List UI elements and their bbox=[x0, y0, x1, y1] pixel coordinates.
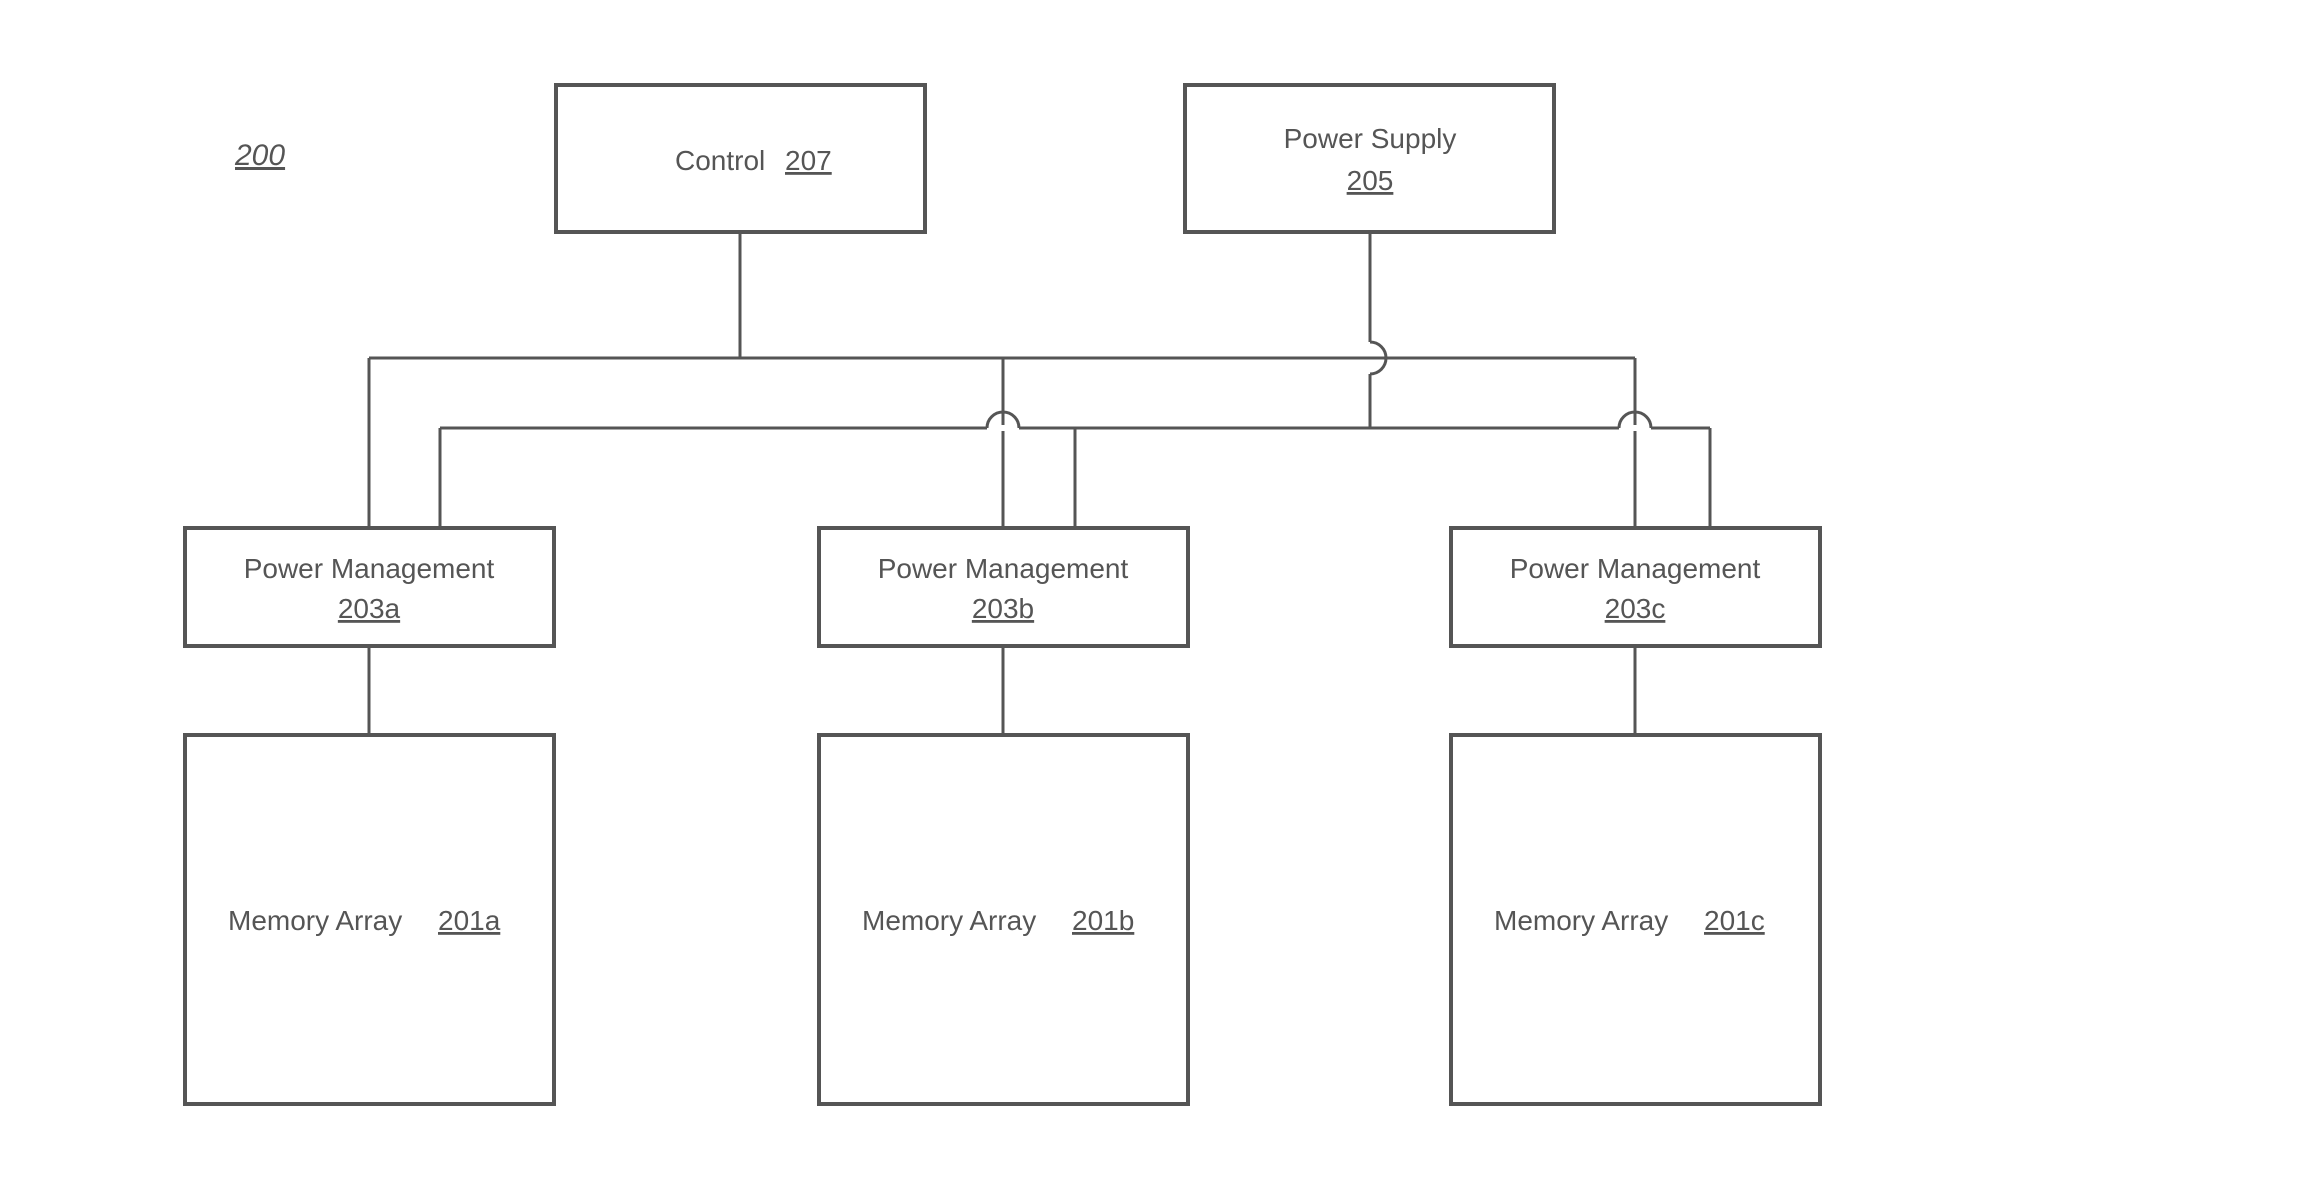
mem-b-ref: 201b bbox=[1072, 905, 1134, 936]
figure-label: 200 bbox=[234, 139, 285, 172]
power-supply-block: Power Supply 205 bbox=[1185, 85, 1554, 232]
mem-a-ref: 201a bbox=[438, 905, 501, 936]
mem-b-label: Memory Array bbox=[862, 905, 1036, 936]
pm-a-label: Power Management bbox=[244, 553, 495, 584]
mem-c-label: Memory Array bbox=[1494, 905, 1668, 936]
pm-c-label: Power Management bbox=[1510, 553, 1761, 584]
connectors bbox=[369, 232, 1710, 735]
pm-b-block: Power Management 203b bbox=[819, 528, 1188, 646]
control-label: Control bbox=[675, 145, 765, 176]
mem-a-block: Memory Array 201a bbox=[185, 735, 554, 1104]
mem-c-block: Memory Array 201c bbox=[1451, 735, 1820, 1104]
pm-a-block: Power Management 203a bbox=[185, 528, 554, 646]
pm-b-ref: 203b bbox=[972, 593, 1034, 624]
mem-a-label: Memory Array bbox=[228, 905, 402, 936]
power-supply-ref: 205 bbox=[1347, 165, 1394, 196]
mem-b-block: Memory Array 201b bbox=[819, 735, 1188, 1104]
pm-b-label: Power Management bbox=[878, 553, 1129, 584]
control-ref: 207 bbox=[785, 145, 832, 176]
block-diagram: 200 Control 207 Power Supply 205 Power M… bbox=[0, 0, 2301, 1183]
pm-c-block: Power Management 203c bbox=[1451, 528, 1820, 646]
pm-c-ref: 203c bbox=[1605, 593, 1666, 624]
mem-c-ref: 201c bbox=[1704, 905, 1765, 936]
pm-a-ref: 203a bbox=[338, 593, 401, 624]
power-supply-label: Power Supply bbox=[1284, 123, 1457, 154]
control-block: Control 207 bbox=[556, 85, 925, 232]
